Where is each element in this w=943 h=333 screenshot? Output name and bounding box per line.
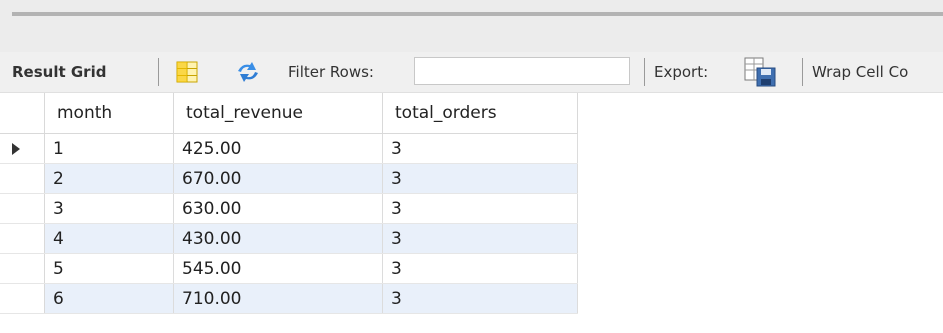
cell-month[interactable]: 1 [44,133,174,164]
column-header-month[interactable]: month [44,93,174,134]
grid-icon[interactable] [174,59,200,85]
row-header[interactable] [0,193,45,224]
export-icon[interactable] [743,56,777,88]
table-row[interactable]: 1 425.00 3 [0,133,578,164]
row-pointer-icon [12,143,20,155]
row-header[interactable] [0,283,45,314]
table-row[interactable]: 6 710.00 3 [0,283,578,314]
cell-total-orders[interactable]: 3 [382,223,578,254]
result-grid: month total_revenue total_orders 1 425.0… [0,93,943,314]
header-row: month total_revenue total_orders [0,93,578,134]
cell-month[interactable]: 4 [44,223,174,254]
table-row[interactable]: 3 630.00 3 [0,193,578,224]
row-header-corner [0,93,45,134]
cell-month[interactable]: 6 [44,283,174,314]
row-header[interactable] [0,133,45,164]
row-header[interactable] [0,163,45,194]
cell-month[interactable]: 5 [44,253,174,284]
cell-month[interactable]: 2 [44,163,174,194]
result-toolbar: Result Grid Filter Rows: Export: Wrap Ce… [0,52,943,93]
result-table: month total_revenue total_orders 1 425.0… [0,93,578,314]
splitter-bar[interactable] [12,12,943,16]
filter-rows-label: Filter Rows: [288,63,374,81]
cell-total-orders[interactable]: 3 [382,193,578,224]
editor-bottom-strip [0,0,943,52]
cell-total-orders[interactable]: 3 [382,163,578,194]
refresh-icon[interactable] [232,59,264,85]
table-row[interactable]: 4 430.00 3 [0,223,578,254]
cell-total-revenue[interactable]: 430.00 [173,223,383,254]
cell-total-revenue[interactable]: 630.00 [173,193,383,224]
result-panel: Result Grid Filter Rows: Export: Wrap Ce… [0,0,943,333]
cell-total-orders[interactable]: 3 [382,283,578,314]
cell-total-orders[interactable]: 3 [382,253,578,284]
row-header[interactable] [0,223,45,254]
cell-total-revenue[interactable]: 670.00 [173,163,383,194]
wrap-cell-content-label[interactable]: Wrap Cell Co [812,63,908,81]
column-header-total-revenue[interactable]: total_revenue [173,93,383,134]
cell-month[interactable]: 3 [44,193,174,224]
column-header-total-orders[interactable]: total_orders [382,93,578,134]
result-grid-label[interactable]: Result Grid [12,63,106,81]
cell-total-revenue[interactable]: 545.00 [173,253,383,284]
filter-rows-input[interactable] [414,57,630,85]
cell-total-orders[interactable]: 3 [382,133,578,164]
toolbar-separator [802,58,803,86]
table-row[interactable]: 5 545.00 3 [0,253,578,284]
cell-total-revenue[interactable]: 425.00 [173,133,383,164]
toolbar-separator [158,58,159,86]
export-label: Export: [654,63,709,81]
cell-total-revenue[interactable]: 710.00 [173,283,383,314]
table-row[interactable]: 2 670.00 3 [0,163,578,194]
toolbar-separator [644,58,645,86]
row-header[interactable] [0,253,45,284]
